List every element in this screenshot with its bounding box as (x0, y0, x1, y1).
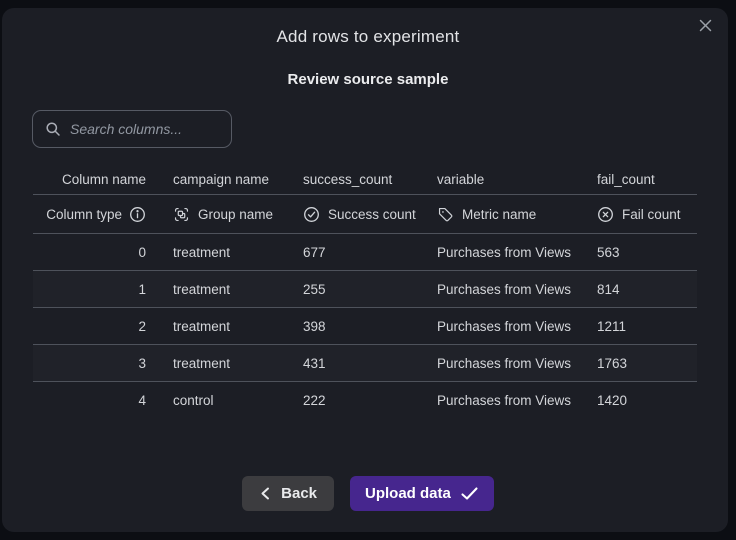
fail-count-cell: 1763 (585, 356, 697, 371)
variable-cell: Purchases from Views (425, 393, 585, 408)
success-count-cell: 222 (291, 393, 425, 408)
campaign-cell: treatment (161, 282, 291, 297)
variable-cell: Purchases from Views (425, 245, 585, 260)
modal-footer: Back Upload data (0, 476, 736, 511)
modal-subtitle: Review source sample (0, 71, 736, 88)
fail-count-cell: 814 (585, 282, 697, 297)
check-icon (460, 486, 479, 501)
column-type-cell[interactable]: Metric name (425, 206, 585, 223)
success-icon (303, 206, 320, 223)
upload-data-button[interactable]: Upload data (350, 476, 494, 511)
column-type-label-cell: Column type (33, 206, 161, 223)
column-type-name: Group name (198, 207, 273, 222)
table-row[interactable]: 3 treatment 431 Purchases from Views 176… (33, 344, 697, 381)
campaign-cell: treatment (161, 319, 291, 334)
table-header-row: Column name campaign name success_count … (33, 164, 697, 194)
column-type-name: Success count (328, 207, 416, 222)
success-count-cell: 677 (291, 245, 425, 260)
search-icon (45, 121, 61, 137)
success-count-cell: 398 (291, 319, 425, 334)
chevron-left-icon (259, 486, 272, 501)
search-input[interactable] (70, 121, 219, 137)
column-header: success_count (291, 172, 425, 187)
variable-cell: Purchases from Views (425, 282, 585, 297)
column-type-cell[interactable]: Success count (291, 206, 425, 223)
column-type-cell[interactable]: Group name (161, 206, 291, 223)
table-row[interactable]: 0 treatment 677 Purchases from Views 563 (33, 233, 697, 270)
group-icon (173, 206, 190, 223)
table-row[interactable]: 2 treatment 398 Purchases from Views 121… (33, 307, 697, 344)
page: Add rows to experiment Review source sam… (0, 0, 736, 540)
fail-icon (597, 206, 614, 223)
column-header: variable (425, 172, 585, 187)
column-type-name: Metric name (462, 207, 536, 222)
success-count-cell: 255 (291, 282, 425, 297)
row-index: 1 (33, 282, 161, 297)
row-index: 2 (33, 319, 161, 334)
table-row[interactable]: 1 treatment 255 Purchases from Views 814 (33, 270, 697, 307)
column-type-row: Column type Group name Success count (33, 194, 697, 233)
column-type-label: Column type (46, 207, 122, 222)
campaign-cell: treatment (161, 245, 291, 260)
modal-title: Add rows to experiment (0, 27, 736, 47)
success-count-cell: 431 (291, 356, 425, 371)
column-header: fail_count (585, 172, 697, 187)
column-header: Column name (33, 172, 161, 187)
variable-cell: Purchases from Views (425, 319, 585, 334)
search-box[interactable] (32, 110, 232, 148)
fail-count-cell: 563 (585, 245, 697, 260)
row-index: 0 (33, 245, 161, 260)
row-index: 4 (33, 393, 161, 408)
campaign-cell: control (161, 393, 291, 408)
source-sample-table: Column name campaign name success_count … (33, 164, 697, 418)
variable-cell: Purchases from Views (425, 356, 585, 371)
campaign-cell: treatment (161, 356, 291, 371)
column-header: campaign name (161, 172, 291, 187)
fail-count-cell: 1211 (585, 319, 697, 334)
row-index: 3 (33, 356, 161, 371)
tag-icon (437, 206, 454, 223)
info-icon[interactable] (129, 206, 146, 223)
back-button[interactable]: Back (242, 476, 334, 511)
table-row[interactable]: 4 control 222 Purchases from Views 1420 (33, 381, 697, 418)
upload-button-label: Upload data (365, 485, 451, 502)
column-type-cell[interactable]: Fail count (585, 206, 697, 223)
column-type-name: Fail count (622, 207, 681, 222)
back-button-label: Back (281, 485, 317, 502)
fail-count-cell: 1420 (585, 393, 697, 408)
